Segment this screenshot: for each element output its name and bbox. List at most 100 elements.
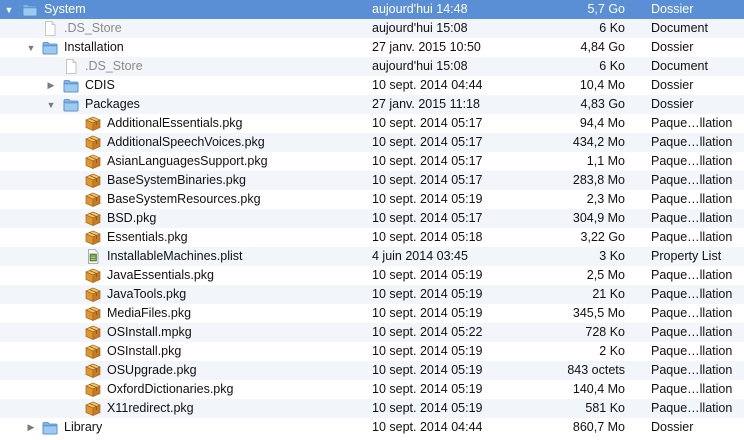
package-icon bbox=[85, 230, 101, 246]
file-row[interactable]: BSD.pkg 10 sept. 2014 05:17 304,9 Mo Paque…… bbox=[0, 209, 744, 228]
file-kind: Paque…llation bbox=[651, 268, 733, 282]
file-row[interactable]: AsianLanguagesSupport.pkg 10 sept. 2014 0… bbox=[0, 152, 744, 171]
file-row[interactable]: BaseSystemResources.pkg 10 sept. 2014 05:… bbox=[0, 190, 744, 209]
file-kind: Paque…llation bbox=[651, 211, 733, 225]
file-kind: Dossier bbox=[651, 2, 694, 16]
file-name: Installation bbox=[64, 40, 124, 54]
file-row[interactable]: MediaFiles.pkg 10 sept. 2014 05:19 345,5 M… bbox=[0, 304, 744, 323]
file-name: JavaEssentials.pkg bbox=[107, 268, 215, 282]
disclosure-closed-icon[interactable]: ▶ bbox=[45, 76, 57, 95]
date-modified: 10 sept. 2014 05:19 bbox=[372, 401, 483, 415]
date-modified: 10 sept. 2014 05:17 bbox=[372, 211, 483, 225]
file-row[interactable]: ▼ Installation 27 janv. 2015 10:50 4,84 Go D… bbox=[0, 38, 744, 57]
package-icon bbox=[85, 401, 101, 417]
date-modified: 10 sept. 2014 05:19 bbox=[372, 306, 483, 320]
disclosure-open-icon[interactable]: ▼ bbox=[3, 0, 15, 19]
file-row[interactable]: ▼ System aujourd'hui 14:48 5,7 Go Dossier bbox=[0, 0, 744, 19]
disclosure-open-icon[interactable]: ▼ bbox=[45, 95, 57, 114]
file-kind: Paque…llation bbox=[651, 230, 733, 244]
file-size: 3,22 Go bbox=[580, 230, 625, 244]
file-size: 4,83 Go bbox=[580, 97, 625, 111]
file-row[interactable]: ▶ Library 10 sept. 2014 04:44 860,7 Mo Dossi… bbox=[0, 418, 744, 437]
file-kind: Document bbox=[651, 59, 708, 73]
file-kind: Paque…llation bbox=[651, 154, 733, 168]
file-name: .DS_Store bbox=[85, 59, 143, 73]
file-size: 10,4 Mo bbox=[579, 78, 625, 92]
file-row[interactable]: X11redirect.pkg 10 sept. 2014 05:19 581 Ko… bbox=[0, 399, 744, 418]
file-name: BaseSystemBinaries.pkg bbox=[107, 173, 246, 187]
file-kind: Paque…llation bbox=[651, 173, 733, 187]
file-name: BSD.pkg bbox=[107, 211, 157, 225]
file-size: 581 Ko bbox=[585, 401, 625, 415]
file-row[interactable]: .DS_Store aujourd'hui 15:08 6 Ko Document bbox=[0, 19, 744, 38]
plist-icon bbox=[85, 249, 101, 264]
date-modified: 10 sept. 2014 05:19 bbox=[372, 363, 483, 377]
document-icon bbox=[42, 21, 58, 36]
file-size: 2,3 Mo bbox=[586, 192, 625, 206]
folder-icon bbox=[22, 2, 38, 17]
package-icon bbox=[85, 382, 101, 398]
file-row[interactable]: OSInstall.mpkg 10 sept. 2014 05:22 728 Ko P… bbox=[0, 323, 744, 342]
file-name: AdditionalEssentials.pkg bbox=[107, 116, 243, 130]
file-row[interactable]: OxfordDictionaries.pkg 10 sept. 2014 05:1… bbox=[0, 380, 744, 399]
file-size: 4,84 Go bbox=[580, 40, 625, 54]
date-modified: 10 sept. 2014 05:19 bbox=[372, 344, 483, 358]
date-modified: 10 sept. 2014 04:44 bbox=[372, 420, 483, 434]
file-row[interactable]: AdditionalSpeechVoices.pkg 10 sept. 2014 … bbox=[0, 133, 744, 152]
package-icon bbox=[85, 287, 101, 303]
package-icon bbox=[85, 116, 101, 132]
package-icon bbox=[85, 135, 101, 151]
file-kind: Paque…llation bbox=[651, 287, 733, 301]
file-row[interactable]: InstallableMachines.plist 4 juin 2014 03:… bbox=[0, 247, 744, 266]
file-size: 843 octets bbox=[567, 363, 625, 377]
date-modified: 10 sept. 2014 05:22 bbox=[372, 325, 483, 339]
file-row[interactable]: OSInstall.pkg 10 sept. 2014 05:19 2 Ko Paqu… bbox=[0, 342, 744, 361]
file-size: 728 Ko bbox=[585, 325, 625, 339]
file-size: 2,5 Mo bbox=[586, 268, 625, 282]
file-kind: Dossier bbox=[651, 78, 694, 92]
disclosure-closed-icon[interactable]: ▶ bbox=[25, 418, 37, 437]
file-kind: Paque…llation bbox=[651, 306, 733, 320]
date-modified: aujourd'hui 15:08 bbox=[372, 59, 468, 73]
file-kind: Paque…llation bbox=[651, 135, 733, 149]
file-name: BaseSystemResources.pkg bbox=[107, 192, 261, 206]
package-icon bbox=[85, 363, 101, 379]
file-name: OSInstall.mpkg bbox=[107, 325, 192, 339]
file-name: OSInstall.pkg bbox=[107, 344, 182, 358]
disclosure-open-icon[interactable]: ▼ bbox=[25, 38, 37, 57]
file-name: JavaTools.pkg bbox=[107, 287, 187, 301]
file-row[interactable]: BaseSystemBinaries.pkg 10 sept. 2014 05:1… bbox=[0, 171, 744, 190]
file-row[interactable]: JavaEssentials.pkg 10 sept. 2014 05:19 2,5… bbox=[0, 266, 744, 285]
file-name: CDIS bbox=[85, 78, 115, 92]
file-size: 140,4 Mo bbox=[572, 382, 625, 396]
folder-icon bbox=[42, 420, 58, 435]
file-kind: Property List bbox=[651, 249, 722, 263]
date-modified: 10 sept. 2014 05:18 bbox=[372, 230, 483, 244]
package-icon bbox=[85, 173, 101, 189]
file-kind: Paque…llation bbox=[651, 116, 733, 130]
file-size: 94,4 Mo bbox=[579, 116, 625, 130]
date-modified: 4 juin 2014 03:45 bbox=[372, 249, 468, 263]
file-row[interactable]: ▶ CDIS 10 sept. 2014 04:44 10,4 Mo Dossier bbox=[0, 76, 744, 95]
folder-icon bbox=[63, 97, 79, 112]
file-row[interactable]: JavaTools.pkg 10 sept. 2014 05:19 21 Ko Paq… bbox=[0, 285, 744, 304]
file-size: 1,1 Mo bbox=[586, 154, 625, 168]
date-modified: 10 sept. 2014 05:17 bbox=[372, 135, 483, 149]
file-name: InstallableMachines.plist bbox=[107, 249, 243, 263]
file-kind: Dossier bbox=[651, 420, 694, 434]
date-modified: 10 sept. 2014 05:17 bbox=[372, 173, 483, 187]
file-row[interactable]: Essentials.pkg 10 sept. 2014 05:18 3,22 Go… bbox=[0, 228, 744, 247]
document-icon bbox=[63, 59, 79, 74]
file-name: Library bbox=[64, 420, 103, 434]
file-row[interactable]: ▼ Packages 27 janv. 2015 11:18 4,83 Go Dossi… bbox=[0, 95, 744, 114]
file-size: 304,9 Mo bbox=[572, 211, 625, 225]
file-row[interactable]: OSUpgrade.pkg 10 sept. 2014 05:19 843 octe… bbox=[0, 361, 744, 380]
file-row[interactable]: .DS_Store aujourd'hui 15:08 6 Ko Document bbox=[0, 57, 744, 76]
file-kind: Paque…llation bbox=[651, 363, 733, 377]
file-size: 6 Ko bbox=[599, 21, 625, 35]
file-name: OSUpgrade.pkg bbox=[107, 363, 197, 377]
file-row[interactable]: AdditionalEssentials.pkg 10 sept. 2014 05… bbox=[0, 114, 744, 133]
date-modified: 27 janv. 2015 11:18 bbox=[372, 97, 480, 111]
file-kind: Paque…llation bbox=[651, 382, 733, 396]
file-name: .DS_Store bbox=[64, 21, 122, 35]
